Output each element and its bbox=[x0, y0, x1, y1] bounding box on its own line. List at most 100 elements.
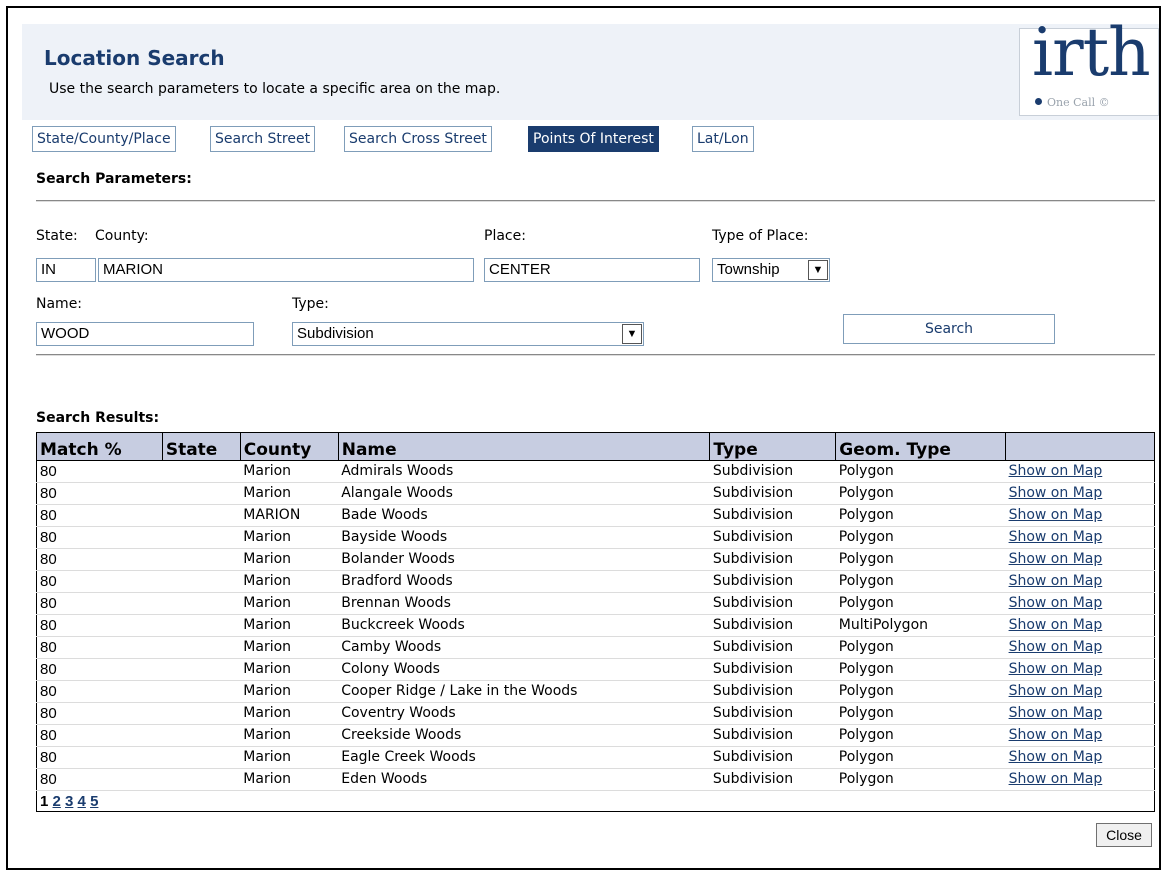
state-cell bbox=[162, 680, 241, 703]
poi-type-select[interactable]: Subdivision ▼ bbox=[292, 322, 644, 346]
search-results-heading: Search Results: bbox=[36, 410, 160, 426]
match-cell: 80 bbox=[36, 724, 163, 747]
type-cell: Subdivision bbox=[709, 460, 836, 483]
show-on-map-link[interactable]: Show on Map bbox=[1009, 727, 1103, 743]
county-field[interactable]: MARION bbox=[98, 258, 474, 282]
match-cell: 80 bbox=[36, 702, 163, 725]
show-on-map-link[interactable]: Show on Map bbox=[1009, 683, 1103, 699]
show-on-map-link[interactable]: Show on Map bbox=[1009, 595, 1103, 611]
results-body: 80 Marion Admirals Woods Subdivision Polygon… bbox=[36, 460, 1155, 791]
name-cell: Bolander Woods bbox=[338, 548, 710, 571]
show-on-map-link[interactable]: Show on Map bbox=[1009, 529, 1103, 545]
state-cell bbox=[162, 768, 241, 791]
state-label: State: bbox=[36, 228, 78, 244]
state-cell bbox=[162, 482, 241, 505]
type-label: Type: bbox=[292, 296, 329, 312]
geom-type-cell: MultiPolygon bbox=[835, 614, 1006, 637]
show-on-map-link[interactable]: Show on Map bbox=[1009, 705, 1103, 721]
show-on-map-link[interactable]: Show on Map bbox=[1009, 573, 1103, 589]
match-cell: 80 bbox=[36, 592, 163, 615]
county-cell: Marion bbox=[240, 724, 339, 747]
pager-row: 1 2 3 4 5 bbox=[36, 790, 1155, 812]
column-header-geom-type[interactable]: Geom. Type bbox=[835, 432, 1006, 461]
table-row: 80 Marion Brennan Woods Subdivision Polygon S… bbox=[36, 592, 1155, 615]
geom-type-cell: Polygon bbox=[835, 460, 1006, 483]
table-row: 80 Marion Bolander Woods Subdivision Polygon… bbox=[36, 548, 1155, 571]
show-on-map-link[interactable]: Show on Map bbox=[1009, 749, 1103, 765]
match-cell: 80 bbox=[36, 614, 163, 637]
action-cell: Show on Map bbox=[1005, 724, 1155, 747]
state-cell bbox=[162, 746, 241, 769]
tab-search-street[interactable]: Search Street bbox=[210, 126, 316, 152]
state-field[interactable]: IN bbox=[36, 258, 96, 282]
page-link-5[interactable]: 5 bbox=[90, 793, 98, 810]
divider bbox=[36, 354, 1155, 356]
geom-type-cell: Polygon bbox=[835, 570, 1006, 593]
poi-type-value: Subdivision bbox=[297, 325, 374, 342]
geom-type-cell: Polygon bbox=[835, 636, 1006, 659]
show-on-map-link[interactable]: Show on Map bbox=[1009, 507, 1103, 523]
geom-type-cell: Polygon bbox=[835, 548, 1006, 571]
state-cell bbox=[162, 460, 241, 483]
name-cell: Brennan Woods bbox=[338, 592, 710, 615]
show-on-map-link[interactable]: Show on Map bbox=[1009, 485, 1103, 501]
table-row: 80 Marion Eden Woods Subdivision Polygon Show… bbox=[36, 768, 1155, 791]
name-field[interactable]: WOOD bbox=[36, 322, 254, 346]
chevron-down-icon[interactable]: ▼ bbox=[622, 324, 642, 344]
show-on-map-link[interactable]: Show on Map bbox=[1009, 661, 1103, 677]
place-field[interactable]: CENTER bbox=[484, 258, 700, 282]
tab-state-county-place[interactable]: State/County/Place bbox=[32, 126, 176, 152]
column-header-state[interactable]: State bbox=[161, 432, 241, 461]
type-cell: Subdivision bbox=[709, 658, 836, 681]
state-cell bbox=[162, 526, 241, 549]
table-row: 80 MARION Bade Woods Subdivision Polygon Show… bbox=[36, 504, 1155, 527]
state-cell bbox=[162, 724, 241, 747]
county-cell: Marion bbox=[240, 746, 339, 769]
name-cell: Cooper Ridge / Lake in the Woods bbox=[338, 680, 710, 703]
name-cell: Buckcreek Woods bbox=[338, 614, 710, 637]
column-header-county[interactable]: County bbox=[239, 432, 339, 461]
chevron-down-icon[interactable]: ▼ bbox=[808, 260, 828, 280]
state-cell bbox=[162, 504, 241, 527]
action-cell: Show on Map bbox=[1005, 746, 1155, 769]
logo-subtext: One Call © bbox=[1035, 96, 1110, 109]
page-link-2[interactable]: 2 bbox=[53, 793, 61, 810]
page-link-3[interactable]: 3 bbox=[65, 793, 73, 810]
tab-lat-lon[interactable]: Lat/Lon bbox=[692, 126, 754, 152]
page-link-4[interactable]: 4 bbox=[78, 793, 86, 810]
column-header-match[interactable]: Match % bbox=[36, 432, 163, 461]
column-header-type[interactable]: Type bbox=[709, 432, 836, 461]
show-on-map-link[interactable]: Show on Map bbox=[1009, 639, 1103, 655]
action-cell: Show on Map bbox=[1005, 526, 1155, 549]
name-cell: Bayside Woods bbox=[338, 526, 710, 549]
tab-points-of-interest[interactable]: Points Of Interest bbox=[528, 126, 659, 152]
show-on-map-link[interactable]: Show on Map bbox=[1009, 463, 1103, 479]
pagination: 1 2 3 4 5 bbox=[36, 790, 1155, 812]
name-cell: Alangale Woods bbox=[338, 482, 710, 505]
type-cell: Subdivision bbox=[709, 570, 836, 593]
show-on-map-link[interactable]: Show on Map bbox=[1009, 617, 1103, 633]
county-label: County: bbox=[95, 228, 149, 244]
close-button[interactable]: Close bbox=[1096, 823, 1152, 847]
search-button[interactable]: Search bbox=[843, 314, 1055, 344]
action-cell: Show on Map bbox=[1005, 768, 1155, 791]
geom-type-cell: Polygon bbox=[835, 592, 1006, 615]
place-type-select[interactable]: Township ▼ bbox=[712, 258, 830, 282]
county-cell: Marion bbox=[240, 570, 339, 593]
place-label: Place: bbox=[484, 228, 526, 244]
show-on-map-link[interactable]: Show on Map bbox=[1009, 551, 1103, 567]
logo-subtext-label: One Call © bbox=[1047, 96, 1110, 109]
name-label: Name: bbox=[36, 296, 83, 312]
county-cell: Marion bbox=[240, 592, 339, 615]
county-cell: MARION bbox=[240, 504, 339, 527]
show-on-map-link[interactable]: Show on Map bbox=[1009, 771, 1103, 787]
action-cell: Show on Map bbox=[1005, 504, 1155, 527]
tab-search-cross-street[interactable]: Search Cross Street bbox=[344, 126, 492, 152]
match-cell: 80 bbox=[36, 460, 163, 483]
match-cell: 80 bbox=[36, 526, 163, 549]
action-cell: Show on Map bbox=[1005, 614, 1155, 637]
table-row: 80 Marion Eagle Creek Woods Subdivision Poly… bbox=[36, 746, 1155, 769]
county-cell: Marion bbox=[240, 702, 339, 725]
column-header-name[interactable]: Name bbox=[337, 432, 710, 461]
match-cell: 80 bbox=[36, 482, 163, 505]
